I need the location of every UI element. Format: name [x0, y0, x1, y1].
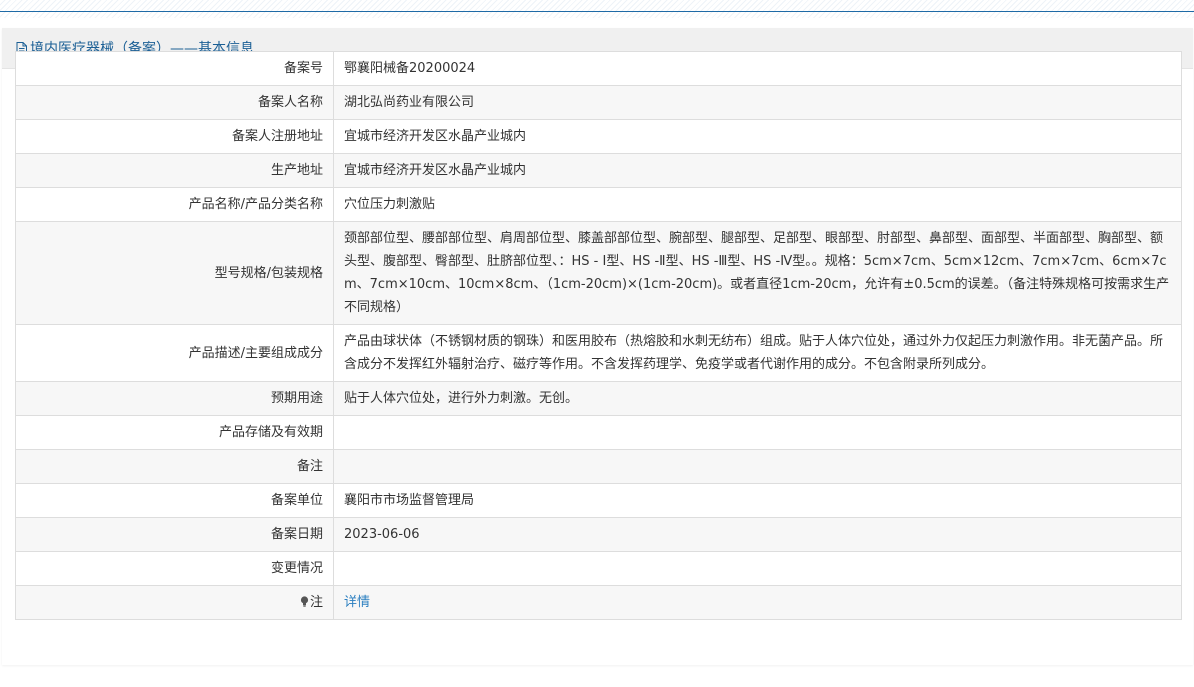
top-bar — [0, 0, 1194, 12]
row-value: 2023-06-06 — [333, 517, 1182, 552]
lightbulb-icon — [300, 592, 309, 607]
row-label: 变更情况 — [15, 551, 334, 586]
row-value: 穴位压力刺激贴 — [333, 187, 1182, 222]
row-label: 型号规格/包装规格 — [15, 221, 334, 325]
row-label: 备案单位 — [15, 483, 334, 518]
table-row-remarks: 备注 — [15, 449, 1182, 484]
row-value: 湖北弘尚药业有限公司 — [333, 85, 1182, 120]
row-label: 产品名称/产品分类名称 — [15, 187, 334, 222]
row-value: 宜城市经济开发区水晶产业城内 — [333, 119, 1182, 154]
table-row-filing-date: 备案日期 2023-06-06 — [15, 517, 1182, 552]
row-value — [333, 449, 1182, 484]
row-label: 备注 — [15, 449, 334, 484]
table-row-storage-validity: 产品存储及有效期 — [15, 415, 1182, 450]
table-row-intended-use: 预期用途 贴于人体穴位处，进行外力刺激。无创。 — [15, 381, 1182, 416]
row-value: 贴于人体穴位处，进行外力刺激。无创。 — [333, 381, 1182, 416]
note-label: 注 — [309, 595, 323, 610]
details-link[interactable]: 详情 — [344, 595, 370, 610]
row-value: 产品由球状体（不锈钢材质的钢珠）和医用胶布（热熔胶和水刺无纺布）组成。贴于人体穴… — [333, 324, 1182, 382]
table-row-production-address: 生产地址 宜城市经济开发区水晶产业城内 — [15, 153, 1182, 188]
info-table: 备案号 鄂襄阳械备20200024 备案人名称 湖北弘尚药业有限公司 备案人注册… — [15, 51, 1182, 620]
row-label: 备案日期 — [15, 517, 334, 552]
row-label: 生产地址 — [15, 153, 334, 188]
table-row-product-name: 产品名称/产品分类名称 穴位压力刺激贴 — [15, 187, 1182, 222]
row-label: 备案人名称 — [15, 85, 334, 120]
table-row-record-number: 备案号 鄂襄阳械备20200024 — [15, 51, 1182, 86]
table-row-changes: 变更情况 — [15, 551, 1182, 586]
row-value — [333, 415, 1182, 450]
info-table-wrapper: 备案号 鄂襄阳械备20200024 备案人名称 湖北弘尚药业有限公司 备案人注册… — [15, 51, 1182, 620]
table-row-registrant-address: 备案人注册地址 宜城市经济开发区水晶产业城内 — [15, 119, 1182, 154]
table-row-product-description: 产品描述/主要组成成分 产品由球状体（不锈钢材质的钢珠）和医用胶布（热熔胶和水刺… — [15, 324, 1182, 382]
table-row-registrant-name: 备案人名称 湖北弘尚药业有限公司 — [15, 85, 1182, 120]
row-label: 产品存储及有效期 — [15, 415, 334, 450]
row-label: 备案人注册地址 — [15, 119, 334, 154]
row-label-note: 注 — [15, 585, 334, 620]
row-value: 宜城市经济开发区水晶产业城内 — [333, 153, 1182, 188]
row-value: 鄂襄阳械备20200024 — [333, 51, 1182, 86]
row-label: 备案号 — [15, 51, 334, 86]
table-row-filing-unit: 备案单位 襄阳市市场监督管理局 — [15, 483, 1182, 518]
row-value: 颈部部位型、腰部部位型、肩周部位型、膝盖部部位型、腕部型、腿部型、足部型、眼部型… — [333, 221, 1182, 325]
row-label: 产品描述/主要组成成分 — [15, 324, 334, 382]
table-row-model-spec: 型号规格/包装规格 颈部部位型、腰部部位型、肩周部位型、膝盖部部位型、腕部型、腿… — [15, 221, 1182, 325]
row-value: 详情 — [333, 585, 1182, 620]
row-value — [333, 551, 1182, 586]
row-value: 襄阳市市场监督管理局 — [333, 483, 1182, 518]
row-label: 预期用途 — [15, 381, 334, 416]
top-bar-pattern — [0, 12, 1194, 18]
table-row-note: 注 详情 — [15, 585, 1182, 620]
